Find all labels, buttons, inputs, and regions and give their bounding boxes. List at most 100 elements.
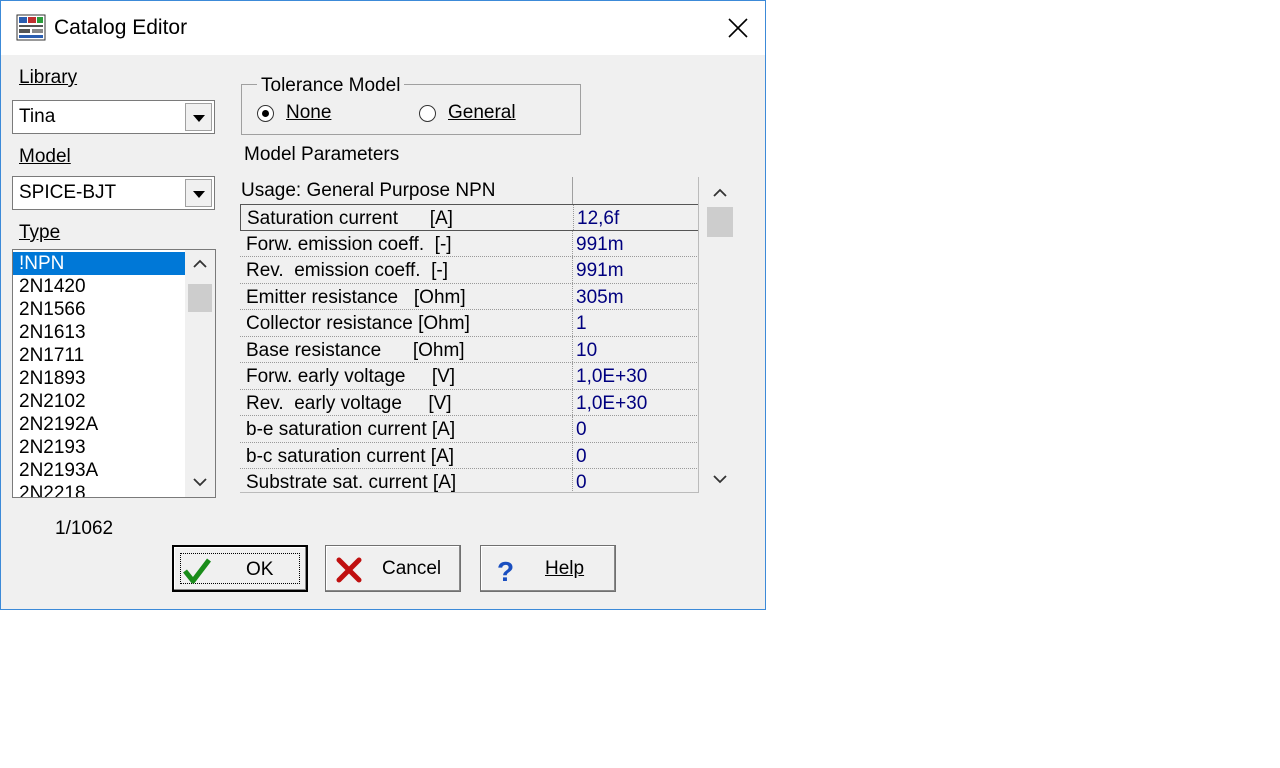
title-bar: Catalog Editor — [1, 1, 765, 55]
param-value[interactable]: 12,6f — [577, 208, 619, 230]
param-row[interactable]: Rev. early voltage [V] 1,0E+30 — [240, 389, 698, 416]
param-row[interactable]: Collector resistance [Ohm] 1 — [240, 310, 698, 337]
param-value[interactable]: 10 — [576, 340, 597, 362]
type-list-item[interactable]: 2N1613 — [13, 321, 185, 344]
window-title: Catalog Editor — [54, 16, 188, 39]
column-divider — [572, 310, 573, 336]
ok-button[interactable]: OK — [172, 545, 308, 592]
scroll-down-icon[interactable] — [706, 469, 734, 489]
column-divider — [572, 442, 573, 468]
grid-header-divider — [572, 177, 573, 204]
param-name: Forw. emission coeff. [-] — [246, 233, 452, 255]
grid-header: Usage: General Purpose NPN — [240, 177, 698, 204]
type-list-item[interactable]: 2N1420 — [13, 275, 185, 298]
column-divider — [572, 283, 573, 309]
param-row[interactable]: Saturation current [A] 12,6f — [240, 204, 698, 231]
model-select[interactable]: SPICE-BJT — [12, 176, 215, 210]
param-value[interactable]: 991m — [576, 234, 624, 256]
column-divider — [572, 336, 573, 362]
cancel-label: Cancel — [382, 558, 442, 579]
param-name: Substrate sat. current [A] — [246, 472, 457, 493]
column-divider — [572, 230, 573, 256]
column-divider — [572, 363, 573, 389]
param-row[interactable]: Emitter resistance [Ohm] 305m — [240, 283, 698, 310]
type-list-item[interactable]: 2N2193A — [13, 459, 185, 482]
item-counter: 1/1062 — [55, 518, 114, 539]
library-select[interactable]: Tina — [12, 100, 215, 134]
param-value[interactable]: 991m — [576, 260, 624, 282]
param-row[interactable]: Base resistance [Ohm] 10 — [240, 336, 698, 363]
param-value[interactable]: 0 — [576, 472, 587, 492]
column-divider — [572, 257, 573, 283]
help-button[interactable]: ? Help — [480, 545, 616, 592]
column-divider — [572, 469, 573, 492]
param-name: Saturation current [A] — [247, 208, 453, 229]
model-label: Model — [19, 146, 71, 167]
scroll-up-icon[interactable] — [706, 183, 734, 203]
type-label: Type — [19, 222, 61, 243]
param-row[interactable]: Substrate sat. current [A] 0 — [240, 469, 698, 493]
type-list-item[interactable]: 2N2193 — [13, 436, 185, 459]
x-cross-icon — [336, 557, 362, 583]
param-value[interactable]: 1,0E+30 — [576, 366, 647, 388]
param-name: Rev. early voltage [V] — [246, 392, 452, 414]
param-value[interactable]: 1 — [576, 313, 587, 335]
param-name: b-c saturation current [A] — [246, 445, 455, 467]
param-row[interactable]: Rev. emission coeff. [-] 991m — [240, 257, 698, 284]
checkmark-icon — [183, 558, 211, 584]
column-divider — [573, 205, 574, 230]
param-row[interactable]: Forw. early voltage [V] 1,0E+30 — [240, 363, 698, 390]
type-scroll-thumb[interactable] — [188, 284, 212, 312]
tolerance-general-label[interactable]: General — [448, 102, 516, 124]
type-list-item[interactable]: 2N1711 — [13, 344, 185, 367]
type-list-item[interactable]: 2N1893 — [13, 367, 185, 390]
library-label: Library — [19, 67, 78, 88]
params-scrollbar[interactable] — [706, 177, 734, 493]
cancel-button[interactable]: Cancel — [325, 545, 461, 592]
column-divider — [572, 416, 573, 442]
tolerance-none-label[interactable]: None — [286, 102, 331, 124]
param-value[interactable]: 1,0E+30 — [576, 393, 647, 415]
column-divider — [572, 389, 573, 415]
params-scroll-thumb[interactable] — [707, 207, 733, 237]
library-dropdown-icon[interactable] — [185, 103, 212, 131]
model-dropdown-icon[interactable] — [185, 179, 212, 207]
scroll-up-icon[interactable] — [185, 254, 215, 274]
param-value[interactable]: 0 — [576, 446, 587, 468]
param-name: Emitter resistance [Ohm] — [246, 286, 466, 308]
type-scrollbar[interactable] — [185, 250, 215, 497]
param-name: Rev. emission coeff. [-] — [246, 260, 449, 281]
model-value: SPICE-BJT — [19, 182, 117, 203]
scroll-down-icon[interactable] — [185, 472, 215, 492]
help-label: Help — [545, 558, 585, 579]
question-mark-icon: ? — [497, 556, 514, 585]
model-parameters-label: Model Parameters — [244, 144, 400, 165]
catalog-app-icon — [16, 14, 46, 41]
svg-text:?: ? — [497, 556, 514, 585]
param-name: Collector resistance [Ohm] — [246, 313, 470, 334]
param-row[interactable]: b-c saturation current [A] 0 — [240, 442, 698, 469]
type-list-item[interactable]: 2N1566 — [13, 298, 185, 321]
param-value[interactable]: 0 — [576, 419, 587, 441]
model-parameters-grid[interactable]: Usage: General Purpose NPN Saturation cu… — [240, 177, 699, 493]
type-listbox[interactable]: !NPN 2N1420 2N1566 2N1613 2N1711 2N1893 2N2102… — [12, 249, 216, 498]
param-name: Base resistance [Ohm] — [246, 339, 465, 361]
library-value: Tina — [19, 106, 56, 127]
type-list-item[interactable]: 2N2102 — [13, 390, 185, 413]
param-name: Forw. early voltage [V] — [246, 366, 456, 387]
close-icon[interactable] — [723, 13, 753, 43]
type-list: !NPN 2N1420 2N1566 2N1613 2N1711 2N1893 2N2102… — [13, 252, 185, 497]
type-list-item[interactable]: 2N2192A — [13, 413, 185, 436]
type-list-item[interactable]: 2N2218 — [13, 482, 185, 497]
param-name: b-e saturation current [A] — [246, 419, 456, 440]
grid-header-usage: Usage: General Purpose NPN — [241, 180, 496, 201]
param-row[interactable]: b-e saturation current [A] 0 — [240, 416, 698, 443]
type-list-item[interactable]: !NPN — [13, 252, 185, 275]
catalog-editor-dialog: Catalog Editor Library Tina Model SPICE-… — [0, 0, 766, 610]
tolerance-none-radio[interactable] — [257, 105, 274, 122]
param-value[interactable]: 305m — [576, 287, 624, 309]
tolerance-model-title: Tolerance Model — [257, 75, 405, 97]
tolerance-general-radio[interactable] — [419, 105, 436, 122]
ok-label: OK — [246, 559, 274, 580]
param-row[interactable]: Forw. emission coeff. [-] 991m — [240, 230, 698, 257]
